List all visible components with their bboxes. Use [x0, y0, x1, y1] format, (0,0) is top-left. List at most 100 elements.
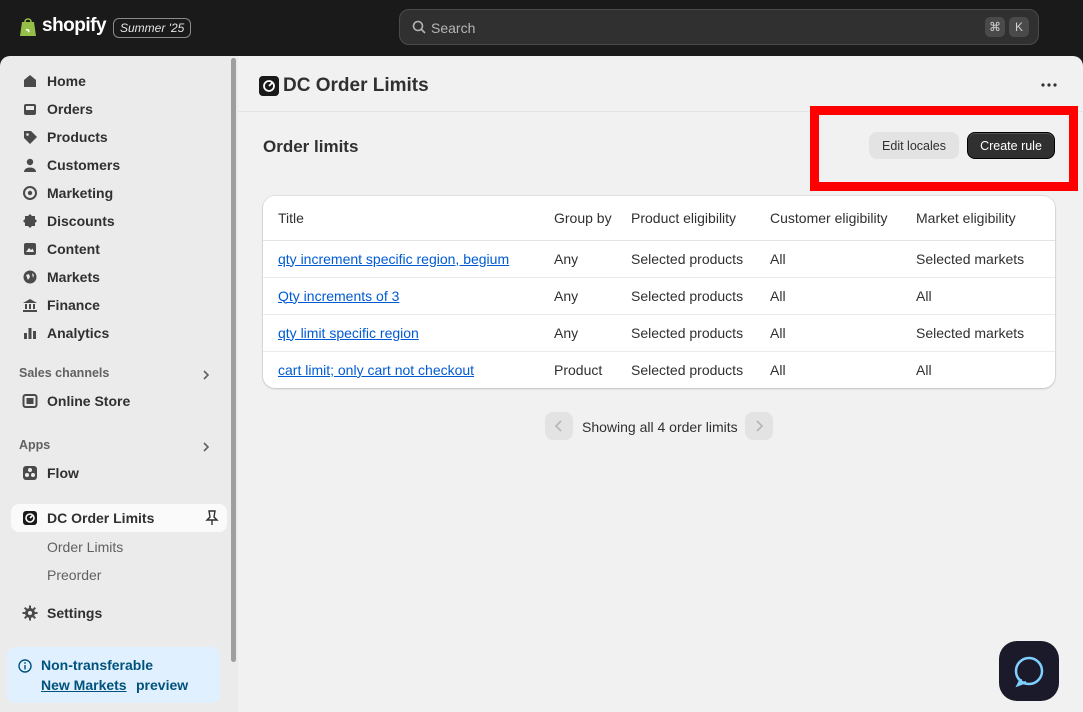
sidebar-item-settings[interactable]: Settings [11, 599, 227, 627]
flow-icon [23, 466, 37, 480]
cell-customer-eligibility: All [770, 277, 916, 315]
shopify-logo-icon[interactable] [19, 16, 37, 37]
chevron-right-icon [756, 420, 764, 432]
notice-text: Non-transferable [41, 657, 154, 673]
table-row[interactable]: Qty increments of 3 Any Selected product… [263, 277, 1055, 315]
bar-chart-icon [24, 328, 36, 339]
edition-badge[interactable]: Summer '25 [113, 18, 192, 38]
top-bar: shopify Summer '25 ⌘ K [0, 0, 1083, 56]
create-rule-button[interactable]: Create rule [967, 132, 1055, 159]
sidebar-item-label: Content [47, 241, 100, 257]
sidebar-item-finance[interactable]: Finance [11, 291, 227, 319]
sidebar-item-dc-order-limits[interactable]: DC Order Limits [11, 504, 227, 532]
globe-icon [23, 270, 37, 284]
dc-app-icon [259, 76, 279, 96]
cell-title: qty increment specific region, begium [263, 240, 554, 278]
notice-link-text[interactable]: New Markets [41, 677, 127, 693]
column-header-product-eligibility: Product eligibility [631, 196, 770, 241]
sidebar-item-label: Markets [47, 269, 100, 285]
notice-link[interactable]: New Markets [41, 677, 127, 693]
cell-product-eligibility: Selected products [631, 240, 770, 278]
cell-product-eligibility: Selected products [631, 361, 744, 378]
search-input[interactable] [431, 18, 971, 38]
help-chat-button[interactable] [999, 641, 1059, 701]
cell-customer-eligibility: All [770, 361, 786, 378]
column-header-market-eligibility: Market eligibility [916, 196, 1055, 241]
person-icon [24, 158, 36, 172]
sidebar-item-label: Online Store [47, 393, 131, 409]
gear-icon [22, 605, 38, 621]
cell-market-eligibility: Selected markets [916, 240, 1055, 278]
sidebar-item-analytics[interactable]: Analytics [11, 319, 227, 347]
sidebar-item-label: Home [47, 73, 86, 89]
sidebar-item-online-store[interactable]: Online Store [11, 387, 227, 415]
search-bar[interactable]: ⌘ K [399, 9, 1039, 45]
cell-market-eligibility: All [916, 361, 932, 378]
dc-app-icon [23, 511, 37, 525]
sidebar-item-discounts[interactable]: Discounts [11, 207, 227, 235]
sidebar-subitem-order-limits[interactable]: Order Limits [47, 539, 123, 555]
cell-group-by: Any [554, 240, 631, 278]
rule-title-link[interactable]: qty limit specific region [278, 325, 419, 341]
column-header-customer-eligibility: Customer eligibility [770, 196, 916, 241]
chevron-left-icon [554, 420, 562, 432]
rule-title-link[interactable]: qty increment specific region, begium [278, 251, 509, 267]
order-limits-table-card: Title Group by Product eligibility Custo… [263, 196, 1055, 388]
sales-channels-header[interactable]: Sales channels [19, 366, 109, 380]
table-row[interactable]: qty increment specific region, begium An… [263, 240, 1055, 278]
content-icon [24, 243, 36, 255]
sidebar: Home Orders Products Customers Marketing… [0, 56, 238, 712]
chevron-right-icon[interactable] [200, 441, 212, 453]
sidebar-item-label: Settings [47, 605, 103, 621]
pagination: Showing all 4 order limits [545, 412, 773, 440]
more-actions-icon[interactable] [1038, 76, 1060, 94]
next-page-button[interactable] [745, 412, 773, 440]
column-header-title: Title [263, 196, 554, 241]
cell-market-eligibility: All [916, 277, 1055, 315]
cell-group-by: Any [554, 277, 631, 315]
table-row[interactable]: cart limit; only cart not checkout Produ… [263, 351, 1055, 388]
app-title: DC Order Limits [283, 75, 429, 96]
edit-locales-button[interactable]: Edit locales [869, 132, 959, 159]
sidebar-item-flow[interactable]: Flow [11, 459, 227, 487]
table-header-row: Title Group by Product eligibility Custo… [263, 196, 1055, 241]
sidebar-item-marketing[interactable]: Marketing [11, 179, 227, 207]
markets-preview-notice: Non-transferable New Markets preview [7, 647, 220, 703]
page-title: Order limits [263, 137, 359, 156]
sidebar-item-orders[interactable]: Orders [11, 95, 227, 123]
pagination-status: Showing all 4 order limits [582, 419, 738, 435]
sidebar-item-label: Marketing [47, 185, 114, 201]
cell-customer-eligibility: All [770, 314, 916, 352]
sidebar-item-home[interactable]: Home [11, 67, 227, 95]
brand-wordmark[interactable]: shopify [42, 15, 107, 37]
cell-product-eligibility: Selected products [631, 277, 770, 315]
inbox-icon [24, 104, 36, 115]
sidebar-item-label: Orders [47, 101, 93, 117]
rule-title-link[interactable]: cart limit; only cart not checkout [278, 362, 474, 378]
sidebar-item-label: Discounts [47, 213, 115, 229]
home-icon [24, 75, 36, 87]
tag-icon [24, 131, 37, 144]
chevron-right-icon[interactable] [200, 369, 212, 381]
sidebar-item-label: Products [47, 129, 108, 145]
rule-title-link[interactable]: Qty increments of 3 [278, 288, 399, 304]
sidebar-item-customers[interactable]: Customers [11, 151, 227, 179]
order-limits-table: Title Group by Product eligibility Custo… [263, 196, 1055, 388]
sidebar-subitem-preorder[interactable]: Preorder [47, 567, 101, 583]
cell-group-by: Product [554, 361, 603, 378]
apps-header[interactable]: Apps [19, 438, 50, 452]
cell-title: Qty increments of 3 [263, 277, 554, 315]
cell-market-eligibility: Selected markets [916, 314, 1055, 352]
sidebar-item-markets[interactable]: Markets [11, 263, 227, 291]
sidebar-item-content[interactable]: Content [11, 235, 227, 263]
notice-text-suffix: preview [136, 677, 189, 693]
pin-icon[interactable] [205, 510, 219, 526]
previous-page-button[interactable] [545, 412, 573, 440]
table-row[interactable]: qty limit specific region Any Selected p… [263, 314, 1055, 352]
discount-icon [23, 214, 37, 228]
app-header: DC Order Limits [238, 56, 1083, 112]
sidebar-item-products[interactable]: Products [11, 123, 227, 151]
sidebar-item-label: Finance [47, 297, 100, 313]
sidebar-scrollbar[interactable] [231, 58, 236, 662]
target-icon [23, 186, 37, 200]
